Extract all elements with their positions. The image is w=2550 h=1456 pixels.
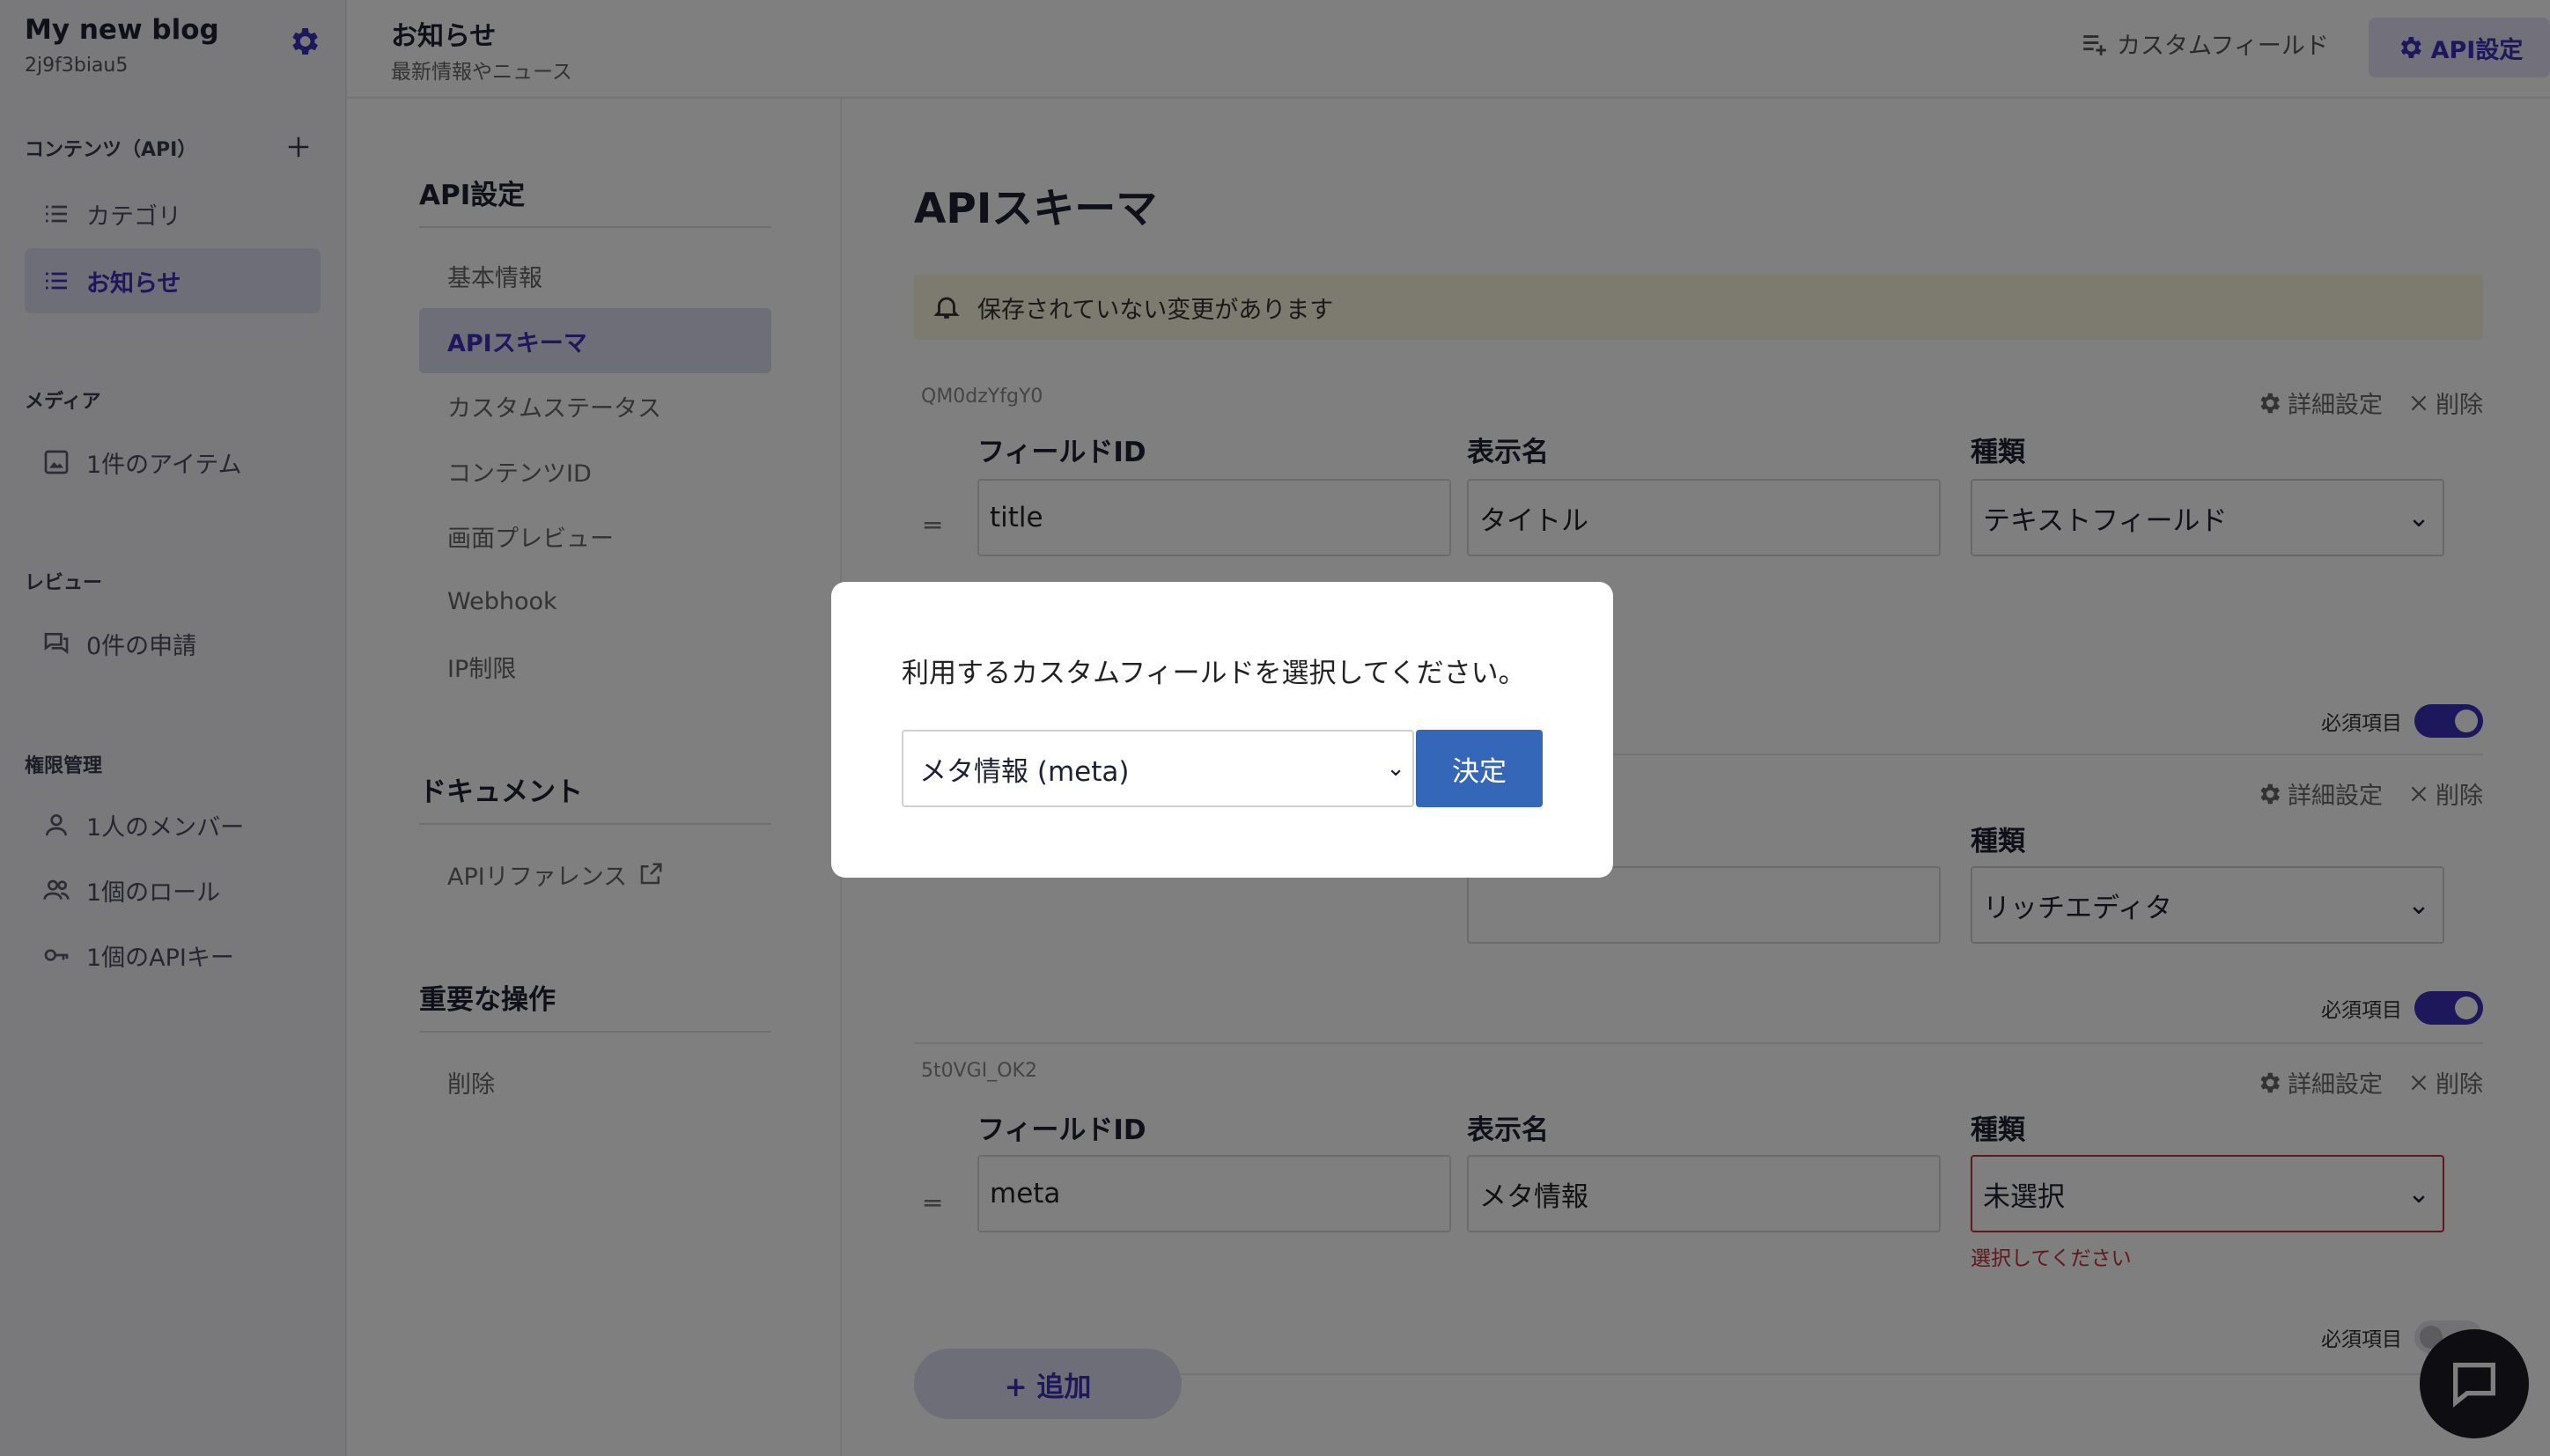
confirm-button[interactable]: 決定 <box>1416 730 1543 807</box>
chevron-down-icon: ⌄ <box>1386 755 1405 782</box>
custom-field-select[interactable]: メタ情報 (meta) ⌄ <box>902 730 1414 807</box>
custom-field-select-value: メタ情報 (meta) <box>919 755 1130 788</box>
custom-field-dialog: 利用するカスタムフィールドを選択してください。 メタ情報 (meta) ⌄ 決定 <box>831 582 1613 878</box>
dialog-message: 利用するカスタムフィールドを選択してください。 <box>902 658 1526 689</box>
